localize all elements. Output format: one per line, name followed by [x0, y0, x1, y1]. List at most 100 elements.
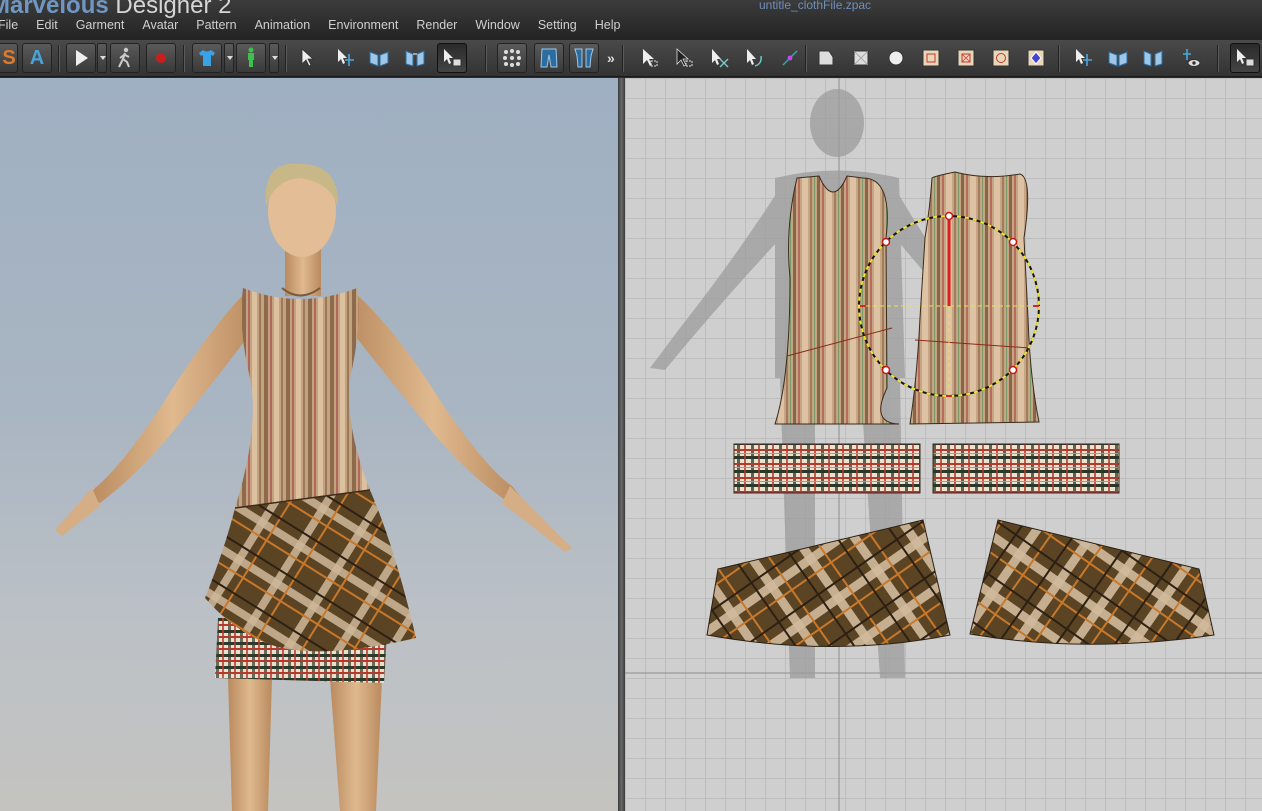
app-brand: Marvelous [0, 0, 109, 19]
menu-animation[interactable]: Animation [246, 18, 320, 36]
reset-garment-button[interactable] [569, 43, 599, 73]
toolbar-separator [285, 45, 287, 72]
avatar-show-button[interactable] [236, 43, 266, 73]
garment-options-dropdown[interactable] [224, 43, 234, 73]
internal-circle-tool[interactable] [986, 43, 1016, 73]
menu-setting[interactable]: Setting [529, 18, 586, 36]
menu-bar: File Edit Garment Avatar Pattern Animati… [0, 18, 629, 36]
2d-pattern-window[interactable] [625, 78, 1262, 811]
pants-icon [540, 48, 558, 68]
play-icon [76, 50, 88, 66]
3d-garment-window[interactable] [0, 78, 618, 811]
app-title: Marvelous Designer 2 [0, 0, 231, 20]
menu-edit[interactable]: Edit [27, 18, 67, 36]
toolbar-separator [622, 45, 624, 72]
dart-tool[interactable] [1021, 43, 1051, 73]
pointer-select-icon [643, 49, 658, 67]
internal-rectangle-icon [957, 49, 975, 67]
pointer-dark-icon [676, 48, 693, 67]
toolbar-separator [1058, 45, 1060, 72]
select-mesh-3d-tool[interactable] [330, 43, 360, 73]
menu-help[interactable]: Help [586, 18, 630, 36]
line-point-icon [782, 50, 798, 66]
rectangle-tool[interactable] [846, 43, 876, 73]
file-title: untitle_clothFile.zpac [759, 0, 872, 12]
window-splitter[interactable] [618, 78, 625, 811]
garment-show-button[interactable] [192, 43, 222, 73]
menu-avatar[interactable]: Avatar [133, 18, 187, 36]
pointer-cross-icon [712, 49, 729, 68]
garment-pieces-icon [405, 50, 425, 67]
fold-arrangement-tool[interactable] [364, 43, 394, 73]
body-pieces-icon [574, 48, 594, 68]
strengthen-tool[interactable] [400, 43, 430, 73]
menu-pattern[interactable]: Pattern [187, 18, 245, 36]
internal-rectangle-tool[interactable] [951, 43, 981, 73]
animation-mode-button[interactable]: A [22, 43, 52, 73]
internal-polygon-icon [922, 49, 940, 67]
menu-file[interactable]: File [0, 18, 27, 36]
garment-pieces-icon [1143, 50, 1163, 67]
select-sewing-tool[interactable] [1068, 43, 1098, 73]
menu-render[interactable]: Render [407, 18, 466, 36]
a-label: A [29, 46, 45, 69]
record-button[interactable] [146, 43, 176, 73]
avatar-options-dropdown[interactable] [269, 43, 279, 73]
pattern-piece-band-left[interactable] [733, 443, 921, 494]
circle-tool[interactable] [881, 43, 911, 73]
edit-pattern-tool[interactable] [669, 43, 699, 73]
free-sewing-tool[interactable] [1138, 43, 1168, 73]
toolbar-separator [485, 45, 487, 72]
toolbar-separator [58, 45, 60, 72]
show-arrangement-button[interactable] [534, 43, 564, 73]
avatar-figure-icon [248, 47, 254, 67]
pattern-piece-band-right[interactable] [932, 443, 1120, 494]
pattern-window-select-tool[interactable] [1230, 43, 1260, 73]
internal-polygon-tool[interactable] [916, 43, 946, 73]
pattern-canvas [625, 78, 1262, 811]
pattern-piece-back-bodice[interactable] [909, 171, 1040, 425]
pointer-icon [301, 48, 315, 67]
select-move-3d-tool[interactable] [294, 43, 324, 73]
tack-tool[interactable] [437, 43, 467, 73]
menu-window[interactable]: Window [466, 18, 528, 36]
pattern-piece-skirt-back[interactable] [969, 519, 1215, 645]
polygon-tool[interactable] [811, 43, 841, 73]
pointer-window-icon [1237, 49, 1255, 67]
app-product: Designer 2 [108, 0, 232, 19]
pattern-piece-skirt-front[interactable] [706, 519, 951, 647]
transform-pattern-tool[interactable] [635, 43, 665, 73]
toolbar-separator [805, 45, 807, 72]
walk-avatar-button[interactable] [110, 43, 140, 73]
polygon-icon [818, 50, 834, 66]
record-icon [156, 53, 166, 63]
add-point-tool[interactable] [775, 43, 805, 73]
arrows-eye-icon [1183, 49, 1201, 67]
pointer-arrows-icon [338, 49, 354, 66]
pattern-piece-front-bodice[interactable] [774, 175, 900, 425]
s-label: S [2, 46, 16, 69]
edit-curve-point-tool[interactable] [739, 43, 769, 73]
show-sewing-tool[interactable] [1176, 43, 1206, 73]
pointer-curve-icon [747, 49, 762, 67]
play-options-dropdown[interactable] [97, 43, 107, 73]
toolbar-separator [183, 45, 185, 72]
fold-pattern-icon [1108, 51, 1128, 67]
shirt-icon [199, 50, 215, 66]
internal-circle-icon [992, 49, 1010, 67]
play-button[interactable] [66, 43, 96, 73]
simulation-toggle-button[interactable]: S [0, 43, 18, 73]
rectangle-icon [853, 50, 869, 66]
walking-figure-icon [118, 47, 130, 68]
title-bar: Marvelous Designer 2 untitle_clothFile.z… [0, 0, 1262, 40]
pointer-window-icon [444, 49, 462, 67]
menu-environment[interactable]: Environment [319, 18, 407, 36]
menu-garment[interactable]: Garment [67, 18, 134, 36]
pointer-arrows-icon [1076, 49, 1092, 66]
circle-icon [888, 50, 904, 66]
segment-sewing-tool[interactable] [1103, 43, 1133, 73]
dots-grid-icon [503, 49, 521, 67]
toolbar-overflow-left[interactable]: » [607, 50, 615, 66]
edit-point-tool[interactable] [704, 43, 734, 73]
avatar-points-button[interactable] [497, 43, 527, 73]
